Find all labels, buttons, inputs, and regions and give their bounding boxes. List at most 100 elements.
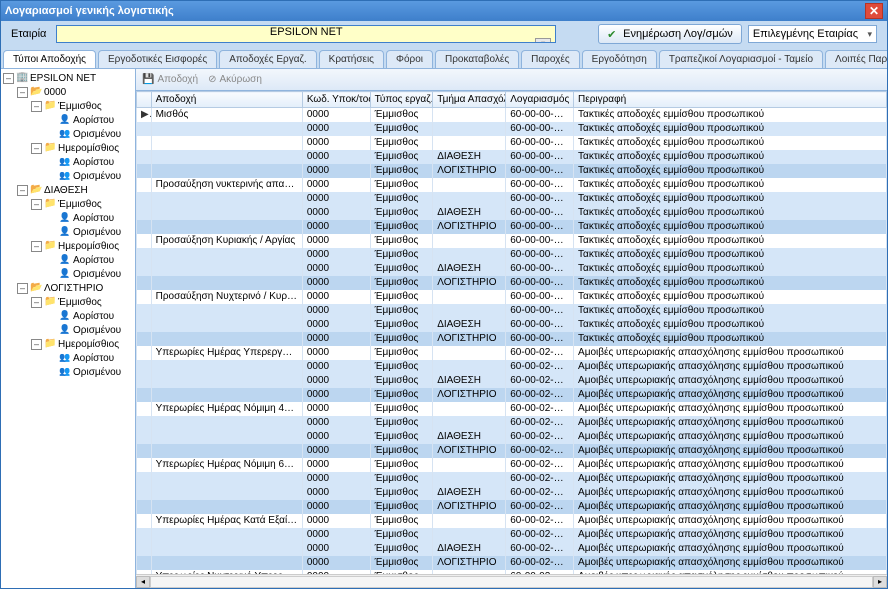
scope-select[interactable]: Επιλεγμένης Εταιρίας xyxy=(748,25,877,43)
tree-leaf[interactable]: Αορίστου xyxy=(1,253,135,267)
table-row[interactable]: 0000Έμμισθος60-00-02-0000Αμοιβές υπερωρι… xyxy=(137,360,887,374)
company-combo[interactable]: EPSILON NET ▾ xyxy=(56,25,556,43)
col-header[interactable]: Λογαριασμός xyxy=(506,92,574,108)
folder-icon xyxy=(44,142,56,154)
tab-7[interactable]: Εργοδότηση xyxy=(582,50,657,68)
accept-button[interactable]: 💾 Αποδοχή xyxy=(142,74,198,85)
toggle-icon[interactable]: – xyxy=(31,143,42,154)
table-row[interactable]: Προσαύξηση Κυριακής / Αργίας0000Έμμισθος… xyxy=(137,234,887,248)
col-header[interactable]: Περιγραφή xyxy=(574,92,887,108)
col-header[interactable]: Τύπος εργαζ. xyxy=(370,92,433,108)
toggle-icon[interactable]: – xyxy=(17,87,28,98)
table-row[interactable]: 0000ΈμμισθοςΛΟΓΙΣΤΗΡΙΟ60-00-00-0000Τακτι… xyxy=(137,220,887,234)
tree-section[interactable]: –ΛΟΓΙΣΤΗΡΙΟ xyxy=(1,281,135,295)
table-row[interactable]: Υπερωρίες Ημέρας Νόμιμη 40%0000Έμμισθος6… xyxy=(137,402,887,416)
toggle-icon[interactable]: – xyxy=(17,185,28,196)
data-grid[interactable]: ΑποδοχήΚωδ. Υποκ/τοςΤύπος εργαζ.Τμήμα Απ… xyxy=(136,91,887,574)
tree-leaf[interactable]: Ορισμένου xyxy=(1,323,135,337)
leaf-icon xyxy=(59,268,71,280)
tree-section[interactable]: –ΔΙΑΘΕΣΗ xyxy=(1,183,135,197)
table-row[interactable]: 0000ΈμμισθοςΛΟΓΙΣΤΗΡΙΟ60-00-00-0000Τακτι… xyxy=(137,164,887,178)
table-row[interactable]: 0000ΈμμισθοςΔΙΑΘΕΣΗ60-00-00-0000Τακτικές… xyxy=(137,150,887,164)
tree-leaf[interactable]: Ορισμένου xyxy=(1,365,135,379)
tab-4[interactable]: Φόροι xyxy=(386,50,433,68)
leaf2-icon xyxy=(59,128,71,140)
table-row[interactable]: 0000ΈμμισθοςΔΙΑΘΕΣΗ60-00-02-0000Αμοιβές … xyxy=(137,542,887,556)
tree-leaf[interactable]: Ορισμένου xyxy=(1,225,135,239)
toggle-icon[interactable]: – xyxy=(31,339,42,350)
col-header[interactable]: Κωδ. Υποκ/τος xyxy=(302,92,370,108)
table-row[interactable]: Υπερωρίες Ημέρας Νόμιμη 60%0000Έμμισθος6… xyxy=(137,458,887,472)
chevron-down-icon[interactable]: ▾ xyxy=(535,38,551,43)
tree-leaf[interactable]: Αορίστου xyxy=(1,155,135,169)
tree-leaf[interactable]: Ορισμένου xyxy=(1,127,135,141)
table-row[interactable]: 0000ΈμμισθοςΔΙΑΘΕΣΗ60-00-02-0000Αμοιβές … xyxy=(137,430,887,444)
cancel-button[interactable]: ⊘ Ακύρωση xyxy=(208,74,262,85)
tree-leaf[interactable]: Αορίστου xyxy=(1,113,135,127)
table-row[interactable]: Υπερωρίες Ημέρας Κατά Εξαίρεση 80%0000Έμ… xyxy=(137,514,887,528)
tree-group[interactable]: –Έμμισθος xyxy=(1,295,135,309)
table-row[interactable]: Προσαύξηση νυκτερινής απασχόλησης0000Έμμ… xyxy=(137,178,887,192)
table-row[interactable]: 0000Έμμισθος60-00-02-0000Αμοιβές υπερωρι… xyxy=(137,528,887,542)
table-row[interactable]: 0000ΈμμισθοςΔΙΑΘΕΣΗ60-00-00-0000Τακτικές… xyxy=(137,262,887,276)
table-row[interactable]: 0000ΈμμισθοςΛΟΓΙΣΤΗΡΙΟ60-00-02-0000Αμοιβ… xyxy=(137,556,887,570)
table-row[interactable]: 0000ΈμμισθοςΛΟΓΙΣΤΗΡΙΟ60-00-00-0000Τακτι… xyxy=(137,276,887,290)
table-row[interactable]: 0000ΈμμισθοςΛΟΓΙΣΤΗΡΙΟ60-00-02-0000Αμοιβ… xyxy=(137,444,887,458)
tab-2[interactable]: Αποδοχές Εργαζ. xyxy=(219,50,316,68)
toggle-icon[interactable]: – xyxy=(17,283,28,294)
toggle-icon[interactable]: – xyxy=(31,241,42,252)
table-row[interactable]: 0000ΈμμισθοςΔΙΑΘΕΣΗ60-00-00-0000Τακτικές… xyxy=(137,206,887,220)
leaf2-icon xyxy=(59,366,71,378)
tab-0[interactable]: Τύποι Αποδοχής xyxy=(3,50,96,68)
tab-1[interactable]: Εργοδοτικές Εισφορές xyxy=(98,50,217,68)
tree-group[interactable]: –Ημερομίσθιος xyxy=(1,337,135,351)
scroll-right-icon[interactable]: ▸ xyxy=(873,576,887,588)
tab-8[interactable]: Τραπεζικοί Λογαριασμοί - Ταμείο xyxy=(659,50,823,68)
tree-leaf[interactable]: Ορισμένου xyxy=(1,267,135,281)
col-header[interactable]: Αποδοχή xyxy=(151,92,302,108)
toggle-icon[interactable]: – xyxy=(31,199,42,210)
tab-6[interactable]: Παροχές xyxy=(521,50,580,68)
update-accounts-button[interactable]: Ενημέρωση Λογ/σμών xyxy=(598,24,742,44)
table-row[interactable]: 0000ΈμμισθοςΛΟΓΙΣΤΗΡΙΟ60-00-02-0000Αμοιβ… xyxy=(137,500,887,514)
tree-leaf[interactable]: Αορίστου xyxy=(1,351,135,365)
tree-leaf[interactable]: Ορισμένου xyxy=(1,169,135,183)
table-row[interactable]: 0000Έμμισθος60-00-00-0000Τακτικές αποδοχ… xyxy=(137,248,887,262)
tree-code[interactable]: –0000 xyxy=(1,85,135,99)
table-row[interactable]: Υπερωρίες Ημέρας Υπερεργασία0000Έμμισθος… xyxy=(137,346,887,360)
tree-root[interactable]: –EPSILON NET xyxy=(1,71,135,85)
table-row[interactable]: Προσαύξηση Νυχτερινό / Κυριακή0000Έμμισθ… xyxy=(137,290,887,304)
table-row[interactable]: ▶Μισθός0000Έμμισθος60-00-00-0000Τακτικές… xyxy=(137,108,887,122)
table-row[interactable]: 0000Έμμισθος60-00-00-0000Τακτικές αποδοχ… xyxy=(137,122,887,136)
col-header[interactable]: Τμήμα Απασχόλησης xyxy=(433,92,506,108)
horizontal-scrollbar[interactable]: ◂ ▸ xyxy=(136,574,887,588)
check-icon xyxy=(607,28,619,40)
leaf2-icon xyxy=(59,352,71,364)
toggle-icon[interactable]: – xyxy=(31,297,42,308)
table-row[interactable]: Υπερωρίες Νυχτερινό Υπερεργασία0000Έμμισ… xyxy=(137,570,887,575)
tree-leaf[interactable]: Αορίστου xyxy=(1,211,135,225)
tree-group[interactable]: –Έμμισθος xyxy=(1,99,135,113)
table-row[interactable]: 0000ΈμμισθοςΛΟΓΙΣΤΗΡΙΟ60-00-02-0000Αμοιβ… xyxy=(137,388,887,402)
folder-icon xyxy=(44,240,56,252)
toggle-icon[interactable]: – xyxy=(3,73,14,84)
tree-group[interactable]: –Έμμισθος xyxy=(1,197,135,211)
tree-group[interactable]: –Ημερομίσθιος xyxy=(1,239,135,253)
table-row[interactable]: 0000Έμμισθος60-00-00-0000Τακτικές αποδοχ… xyxy=(137,304,887,318)
scroll-left-icon[interactable]: ◂ xyxy=(136,576,150,588)
table-row[interactable]: 0000ΈμμισθοςΔΙΑΘΕΣΗ60-00-02-0000Αμοιβές … xyxy=(137,374,887,388)
table-row[interactable]: 0000Έμμισθος60-00-02-0000Αμοιβές υπερωρι… xyxy=(137,416,887,430)
table-row[interactable]: 0000Έμμισθος60-00-02-0000Αμοιβές υπερωρι… xyxy=(137,472,887,486)
tab-5[interactable]: Προκαταβολές xyxy=(435,50,519,68)
table-row[interactable]: 0000Έμμισθος60-00-00-0000Τακτικές αποδοχ… xyxy=(137,136,887,150)
tab-3[interactable]: Κρατήσεις xyxy=(319,50,384,68)
tree-group[interactable]: –Ημερομίσθιος xyxy=(1,141,135,155)
table-row[interactable]: 0000ΈμμισθοςΔΙΑΘΕΣΗ60-00-00-0000Τακτικές… xyxy=(137,318,887,332)
table-row[interactable]: 0000ΈμμισθοςΛΟΓΙΣΤΗΡΙΟ60-00-00-0000Τακτι… xyxy=(137,332,887,346)
close-button[interactable]: ✕ xyxy=(865,3,883,19)
table-row[interactable]: 0000ΈμμισθοςΔΙΑΘΕΣΗ60-00-02-0000Αμοιβές … xyxy=(137,486,887,500)
table-row[interactable]: 0000Έμμισθος60-00-00-0000Τακτικές αποδοχ… xyxy=(137,192,887,206)
toggle-icon[interactable]: – xyxy=(31,101,42,112)
tab-9[interactable]: Λοιπές Παράμετροι xyxy=(825,50,887,68)
tree-leaf[interactable]: Αορίστου xyxy=(1,309,135,323)
